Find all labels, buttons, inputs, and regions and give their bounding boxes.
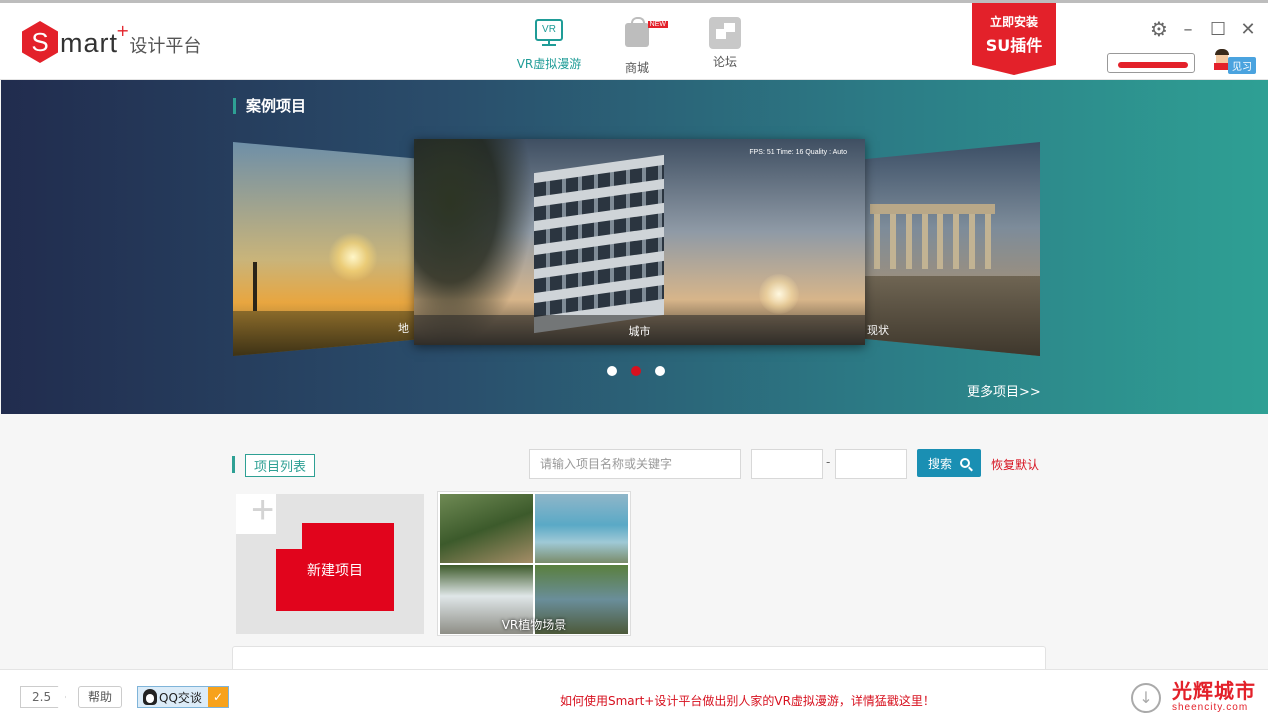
username-field[interactable] xyxy=(1107,53,1195,73)
logo-text: mart xyxy=(60,27,118,58)
qq-chat-label: QQ交谈 xyxy=(159,690,202,705)
more-projects-link[interactable]: 更多项目>> xyxy=(967,381,1041,400)
project-card-label: VR植物场景 xyxy=(501,618,567,632)
qq-chat-button[interactable]: QQ交谈 ✓ xyxy=(137,686,229,708)
range-end-input[interactable] xyxy=(835,449,907,479)
slide-label: 地 xyxy=(398,322,409,335)
nav-label: 商城 xyxy=(624,61,649,75)
shopping-bag-icon: NEW xyxy=(620,17,668,55)
gear-icon[interactable]: ⚙ xyxy=(1150,17,1168,41)
slide-label: 现状 xyxy=(867,324,889,337)
carousel-dot-active[interactable] xyxy=(631,366,641,376)
brand-logo: 光辉城市 sheencity.com xyxy=(1172,680,1264,713)
reset-default-link[interactable]: 恢复默认 xyxy=(991,456,1039,473)
section-title: 案例项目 xyxy=(233,98,306,114)
version-badge: 2.5 xyxy=(20,686,66,708)
project-list-title: 项目列表 xyxy=(232,454,316,477)
nav-item-vr-tour[interactable]: VR VR虚拟漫游 xyxy=(505,17,593,76)
help-button[interactable]: 帮助 xyxy=(78,686,122,708)
carousel-dots xyxy=(607,366,679,376)
carousel-dot[interactable] xyxy=(655,366,665,376)
app-footer: 2.5 帮助 QQ交谈 ✓ 如何使用Smart+设计平台做出别人家的VR虚拟漫游… xyxy=(0,669,1268,717)
tutorial-notice-link[interactable]: 如何使用Smart+设计平台做出别人家的VR虚拟漫游，详情猛戳这里！ xyxy=(560,692,935,709)
plus-icon: + xyxy=(236,488,276,534)
logo-plus: + xyxy=(116,20,130,40)
range-start-input[interactable] xyxy=(751,449,823,479)
slide-label: 城市 xyxy=(628,325,651,338)
carousel-dot[interactable] xyxy=(607,366,617,376)
search-button-label: 搜索 xyxy=(927,456,952,471)
logo-hexagon: S xyxy=(22,21,58,63)
new-project-card[interactable]: + 新建项目 xyxy=(236,488,424,634)
fps-readout: FPS: 51 Time: 16 Quality : Auto xyxy=(749,149,847,156)
vr-monitor-icon: VR xyxy=(532,19,566,51)
user-avatar[interactable]: 见习 xyxy=(1212,49,1260,74)
project-thumbnail xyxy=(440,494,533,563)
brand-name: 光辉城市 xyxy=(1172,679,1256,703)
app-logo: S mart + 设计平台 xyxy=(22,21,201,63)
nav-label: VR虚拟漫游 xyxy=(516,57,582,71)
search-button[interactable]: 搜索 xyxy=(917,449,981,477)
project-card[interactable]: VR植物场景 xyxy=(437,491,631,636)
project-thumbnail xyxy=(535,494,628,563)
logo-subtitle: 设计平台 xyxy=(129,36,202,57)
logo-letter: S xyxy=(31,26,49,57)
search-input[interactable]: 请输入项目名称或关键字 xyxy=(529,449,741,479)
close-icon[interactable]: ✕ xyxy=(1240,19,1256,40)
new-project-label: 新建项目 xyxy=(307,563,363,579)
carousel-slide-right[interactable]: 现状 xyxy=(865,142,1040,356)
carousel-slide-left[interactable]: 地 xyxy=(233,142,423,356)
nav-item-forum[interactable]: 论坛 xyxy=(681,17,769,76)
forum-icon xyxy=(708,17,742,49)
checkmark-icon: ✓ xyxy=(208,687,228,707)
su-banner-line2: SU插件 xyxy=(985,36,1043,55)
maximize-icon[interactable]: ☐ xyxy=(1210,19,1226,40)
app-header: S mart + 设计平台 VR VR虚拟漫游 NEW 商城 论坛 立即安装 S… xyxy=(0,0,1268,80)
brand-url: sheencity.com xyxy=(1172,702,1249,713)
qq-penguin-icon xyxy=(143,689,157,705)
download-icon[interactable]: ↓ xyxy=(1131,683,1161,713)
install-su-plugin-banner[interactable]: 立即安装 SU插件 xyxy=(972,3,1056,75)
main-nav: VR VR虚拟漫游 NEW 商城 论坛 xyxy=(505,17,769,76)
user-level-badge: 见习 xyxy=(1228,57,1256,74)
minimize-icon[interactable]: – xyxy=(1180,19,1196,40)
case-projects-carousel: 案例项目 地 现状 FPS: 51 Time: 16 Quality : Aut… xyxy=(1,80,1268,414)
su-banner-line1: 立即安装 xyxy=(989,15,1038,29)
new-badge: NEW xyxy=(647,21,668,28)
search-icon xyxy=(960,458,970,468)
range-separator: - xyxy=(826,455,831,469)
nav-item-store[interactable]: NEW 商城 xyxy=(593,17,681,76)
carousel-slide-center[interactable]: FPS: 51 Time: 16 Quality : Auto 城市 xyxy=(414,139,865,345)
redacted-username xyxy=(1118,62,1188,68)
nav-label: 论坛 xyxy=(712,55,737,69)
slide-caption: 城市 xyxy=(414,315,865,345)
window-controls: ⚙ – ☐ ✕ xyxy=(1136,17,1256,41)
